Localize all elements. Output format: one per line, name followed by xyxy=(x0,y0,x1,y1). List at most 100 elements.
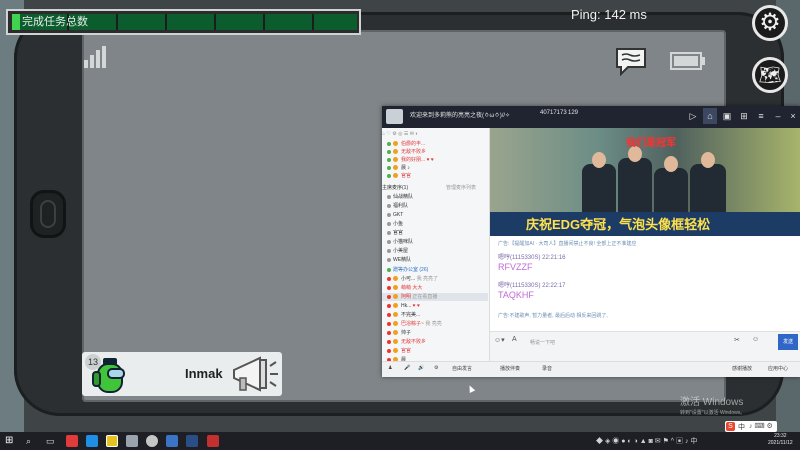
member-row-selected[interactable]: 阿明 正在看直播 xyxy=(382,293,488,301)
section-header[interactable]: 蹭等办公室 (26) xyxy=(382,266,488,274)
member-row[interactable]: 我的好朋... ♥ ♥ xyxy=(382,156,488,164)
shop-icon[interactable]: ⊞ xyxy=(737,108,751,124)
app-icon-yellow-active[interactable] xyxy=(106,435,118,447)
voice-chat-app-window[interactable]: 欢迎来到多莉熊的亮亮之夜(ㆁωㆁ)//✧ 40717173 129 ▷ ⌂ ▣ … xyxy=(382,106,800,377)
group-row[interactable]: WE精队 xyxy=(382,256,488,264)
chat-bubble-icon[interactable] xyxy=(614,46,648,76)
clock-date: 2021/11/12 xyxy=(768,440,793,446)
crewmate-avatar xyxy=(92,358,125,393)
tray-icons[interactable]: ◆ ◈ ◉ ● ◐ ◑ ▲ ◙ ✉ ⚑ ^ ▣ ♪ 中 xyxy=(596,436,697,446)
smile-icon[interactable]: ☺ xyxy=(752,336,759,343)
task-seg xyxy=(116,14,118,30)
speaker-icon[interactable]: 🔊 xyxy=(418,365,424,371)
chat-messages: 广告:【提醒加AI · 大司人】直播间禁止不良! 全部上正不准建应 嗯哼(111… xyxy=(490,236,800,331)
message-body: RFVZZF xyxy=(498,262,533,272)
emoji-icon[interactable]: ☺▾ xyxy=(494,336,505,344)
system-message: 广告:【提醒加AI · 大司人】直播间禁止不良! 全部上正不准建应 xyxy=(498,241,637,247)
gear-icon: ⚙ xyxy=(759,9,781,36)
windows-start-icon[interactable]: ⊞ xyxy=(5,435,17,447)
promo-banner[interactable]: 我们是冠军 庆祝EDG夺冠，气泡头像框轻松 xyxy=(490,128,800,236)
thanks-button[interactable]: 感谢播放 xyxy=(732,365,752,372)
member-list-panel: ⌂ ♡ ⚙ ◎ ☰ ✉ ◐ 伯爵的丰... 无敌不败乡 我的好朋... ♥ ♥ … xyxy=(382,128,490,377)
banner-player xyxy=(654,168,688,214)
app-icon-blue[interactable] xyxy=(86,435,98,447)
app-icon-blue2[interactable] xyxy=(166,435,178,447)
app-bottom-bar: ♟ 🎤 🔊 ⚙ 自由发言 播放伴奏 录音 感谢播放 应用中心 xyxy=(382,361,800,377)
activate-windows-watermark: 激活 Windows 转到"设置"以激活 Windows。 xyxy=(680,393,745,416)
free-speech-button[interactable]: 自由发言 xyxy=(452,365,472,372)
send-button[interactable]: 发送 xyxy=(778,334,798,350)
game-app-icon[interactable] xyxy=(207,435,219,447)
ime-toolbar[interactable]: S 中 ♪ ⌨ ⚙ xyxy=(725,421,777,432)
member-row[interactable]: 小可... 我 亮亮了 xyxy=(382,275,488,283)
minimize-icon[interactable]: – xyxy=(771,108,785,124)
member-row[interactable]: 帅子 xyxy=(382,329,488,337)
member-row[interactable]: 伯爵的丰... xyxy=(382,140,488,148)
settings-button[interactable]: ⚙ xyxy=(752,5,788,41)
member-row[interactable]: Hk... ♥ ♥ xyxy=(382,302,488,310)
member-row[interactable]: 巴浴粽子~ 我 亮亮 xyxy=(382,320,488,328)
member-row[interactable]: 官官 xyxy=(382,172,488,180)
close-icon[interactable]: × xyxy=(786,108,800,124)
channel-id: 40717173 xyxy=(540,110,567,116)
ime-icons[interactable]: ♪ ⌨ ⚙ xyxy=(749,422,773,430)
app-center-button[interactable]: 应用中心 xyxy=(768,365,788,372)
system-message: 广告:不建歌声, 暂力量者, 最后后动 相反来回跳了, xyxy=(498,313,608,319)
game-icon[interactable]: ▣ xyxy=(720,108,734,124)
app-icon-red[interactable] xyxy=(66,435,78,447)
member-row[interactable]: 无敌不败乡 xyxy=(382,148,488,156)
section-header[interactable]: 主席麦序(1) 管理麦序列表 xyxy=(382,184,488,192)
battery-icon xyxy=(670,52,705,70)
group-row[interactable]: 福利队 xyxy=(382,202,488,210)
banner-face xyxy=(701,152,715,168)
tablet-home-button[interactable] xyxy=(30,190,66,238)
group-row[interactable]: 小鱼 xyxy=(382,220,488,228)
home-button-inner xyxy=(40,200,56,228)
app-icon-grey[interactable] xyxy=(126,435,138,447)
video-icon[interactable]: ▷ xyxy=(686,108,700,124)
group-row[interactable]: 小猫咪队 xyxy=(382,238,488,246)
signal-icon xyxy=(84,46,110,68)
map-icon: 🗺 xyxy=(758,65,782,85)
home-icon[interactable]: ⌂ xyxy=(703,108,717,124)
task-seg xyxy=(165,14,167,30)
left-toolbar[interactable]: ⌂ ♡ ⚙ ◎ ☰ ✉ ◐ xyxy=(382,130,488,138)
record-button[interactable]: 录音 xyxy=(542,365,552,372)
group-row[interactable]: 小美屋 xyxy=(382,247,488,255)
clock-time: 23:32 xyxy=(774,433,787,439)
member-row[interactable]: 无敌不败乡 xyxy=(382,338,488,346)
map-button[interactable]: 🗺 xyxy=(752,57,788,93)
scissors-icon[interactable]: ✂ xyxy=(734,336,740,344)
user-avatar[interactable]: ♟ xyxy=(388,365,392,371)
chat-input[interactable]: 畅说一下吧 xyxy=(530,336,730,350)
group-row[interactable]: 官官 xyxy=(382,229,488,237)
ime-lang: 中 xyxy=(738,424,745,431)
app-titlebar[interactable]: 欢迎来到多莉熊的亮亮之夜(ㆁωㆁ)//✧ 40717173 129 ▷ ⌂ ▣ … xyxy=(382,106,800,128)
online-count: 129 xyxy=(568,110,579,116)
megaphone-icon xyxy=(233,356,278,392)
player-card: 13 Inmak xyxy=(82,352,282,396)
task-seg xyxy=(263,14,265,30)
clock[interactable]: 23:32 2021/11/12 xyxy=(768,433,793,447)
steam-icon[interactable] xyxy=(186,435,198,447)
member-row[interactable]: 不完美... xyxy=(382,311,488,319)
play-accompaniment-button[interactable]: 播放伴奏 xyxy=(500,365,520,372)
mic-icon[interactable]: 🎤 xyxy=(404,365,410,371)
task-view-icon[interactable]: ▭ xyxy=(46,435,55,447)
windows-taskbar: ⊞ ⌕ ▭ ◆ ◈ ◉ ● ◐ ◑ ▲ ◙ ✉ ⚑ ^ ▣ ♪ 中 23:32 … xyxy=(0,432,800,450)
member-row[interactable]: 萌萌 大大 xyxy=(382,284,488,292)
group-row[interactable]: GKT xyxy=(382,211,488,219)
banner-headline: 我们是冠军 xyxy=(626,138,676,149)
task-seg xyxy=(214,14,216,30)
channel-avatar xyxy=(386,109,403,124)
task-bar-progress xyxy=(12,14,20,30)
font-icon[interactable]: A xyxy=(512,336,517,343)
menu-icon[interactable]: ≡ xyxy=(754,108,768,124)
app-icon-circle[interactable] xyxy=(146,435,158,447)
member-row[interactable]: 晨 ♪ xyxy=(382,164,488,172)
message-header: 嗯哼(1115330S) 22:22:17 xyxy=(498,283,566,289)
settings-icon[interactable]: ⚙ xyxy=(434,365,438,371)
search-icon[interactable]: ⌕ xyxy=(26,435,31,447)
member-row[interactable]: 官官 xyxy=(382,347,488,355)
group-row[interactable]: 仙战精队 xyxy=(382,193,488,201)
